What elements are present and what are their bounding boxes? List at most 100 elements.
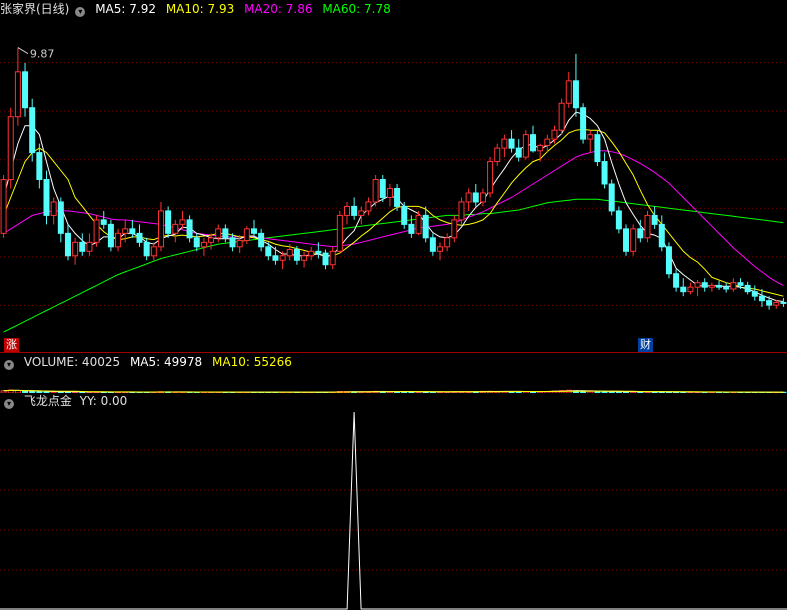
candle-body bbox=[644, 214, 651, 239]
indicator-chart[interactable] bbox=[0, 410, 787, 610]
yy-spike-line bbox=[0, 411, 787, 610]
candle-body bbox=[701, 282, 708, 288]
candle-body bbox=[86, 241, 93, 252]
candle-body bbox=[343, 205, 350, 216]
candle-body bbox=[358, 210, 365, 216]
candle-body bbox=[143, 241, 150, 257]
candle-body bbox=[286, 249, 293, 257]
candle-body bbox=[530, 134, 537, 152]
candle-body bbox=[208, 237, 215, 243]
candle-body bbox=[272, 255, 279, 261]
candle-body bbox=[265, 246, 272, 257]
event-tag-left[interactable]: 涨 bbox=[4, 338, 19, 352]
candle-body bbox=[136, 232, 143, 243]
candle-body bbox=[401, 205, 408, 225]
candle-body bbox=[351, 205, 358, 216]
candle-body bbox=[687, 286, 694, 293]
candle-body bbox=[236, 240, 243, 248]
candle-body bbox=[165, 210, 172, 234]
candle-body bbox=[22, 71, 29, 109]
candle-body bbox=[222, 228, 229, 239]
candle-body bbox=[301, 255, 308, 261]
candle-body bbox=[558, 102, 565, 131]
candle-body bbox=[43, 179, 50, 216]
candle-body bbox=[415, 214, 422, 234]
candle-body bbox=[472, 192, 479, 203]
candle-body bbox=[444, 237, 451, 248]
candle-body bbox=[744, 284, 751, 293]
high-marker-pointer bbox=[17, 47, 29, 55]
candle-body bbox=[107, 223, 114, 248]
candle-body bbox=[623, 228, 630, 252]
candle-body bbox=[179, 219, 186, 225]
candle-body bbox=[322, 252, 329, 266]
candle-body bbox=[465, 192, 472, 203]
candle-body bbox=[64, 232, 71, 257]
candle-body bbox=[708, 284, 715, 288]
price-pane: 张家界(日线) ▾ MA5: 7.92 MA10: 7.93 MA20: 7.86… bbox=[0, 0, 787, 352]
candle-body bbox=[451, 219, 458, 239]
volume-legend: ▾ VOLUME: 40025 MA5: 49978 MA10: 55266 bbox=[0, 353, 298, 371]
candle-body bbox=[737, 282, 744, 286]
candle-body bbox=[14, 71, 21, 118]
yy-label: YY: 0.00 bbox=[79, 394, 128, 408]
candle-body bbox=[422, 214, 429, 239]
candle-body bbox=[723, 286, 730, 290]
candle-body bbox=[658, 223, 665, 248]
candle-body bbox=[79, 241, 86, 252]
candle-body bbox=[437, 246, 444, 252]
candle-body bbox=[279, 255, 286, 261]
candle-body bbox=[129, 228, 136, 234]
candle-body bbox=[508, 138, 515, 149]
candle-body bbox=[665, 246, 672, 275]
candle-body bbox=[458, 201, 465, 221]
candle-body bbox=[780, 301, 787, 304]
indicator-name: 飞龙点金 bbox=[23, 394, 72, 408]
candle-body bbox=[186, 219, 193, 239]
candle-body bbox=[608, 183, 615, 212]
candle-body bbox=[100, 219, 107, 225]
volume-chart[interactable] bbox=[0, 371, 787, 393]
candle-body bbox=[258, 232, 265, 248]
candle-body bbox=[215, 228, 222, 239]
candle-body bbox=[587, 134, 594, 140]
candle-body bbox=[429, 237, 436, 252]
candle-body bbox=[730, 282, 737, 290]
candle-body bbox=[594, 134, 601, 163]
candle-body bbox=[544, 138, 551, 146]
price-chart[interactable]: 9.87 bbox=[0, 14, 787, 354]
volume-label: VOLUME: 40025 bbox=[23, 355, 121, 369]
candle-body bbox=[193, 237, 200, 248]
volume-ma10-label: MA10: 55266 bbox=[212, 355, 292, 369]
candle-body bbox=[487, 161, 494, 194]
candle-body bbox=[479, 192, 486, 203]
candle-body bbox=[537, 144, 544, 152]
candle-body bbox=[308, 250, 315, 257]
indicator-settings-icon[interactable]: ▾ bbox=[4, 399, 14, 409]
candle-body bbox=[408, 223, 415, 234]
candle-body bbox=[766, 300, 773, 306]
candle-body bbox=[229, 237, 236, 248]
candle-body bbox=[200, 241, 207, 248]
candle-body bbox=[716, 284, 723, 288]
candle-body bbox=[293, 249, 300, 261]
candle-body bbox=[315, 250, 322, 254]
candle-body bbox=[122, 228, 129, 234]
candle-body bbox=[250, 228, 257, 234]
volume-settings-icon[interactable]: ▾ bbox=[4, 360, 14, 370]
candle-body bbox=[758, 295, 765, 302]
candle-body bbox=[243, 228, 250, 242]
candle-body bbox=[172, 223, 179, 234]
candle-body bbox=[50, 201, 57, 216]
candle-body bbox=[773, 301, 780, 306]
candle-body bbox=[157, 210, 164, 248]
candle-body bbox=[329, 250, 336, 266]
candle-body bbox=[501, 138, 508, 149]
indicator-legend: ▾ 飞龙点金 YY: 0.00 bbox=[0, 392, 133, 410]
event-tag-right[interactable]: 财 bbox=[638, 338, 653, 352]
indicator-pane: ▾ 飞龙点金 YY: 0.00 bbox=[0, 392, 787, 610]
high-marker-label: 9.87 bbox=[30, 48, 55, 61]
candle-body bbox=[115, 232, 122, 248]
candle-body bbox=[637, 228, 644, 239]
candle-body bbox=[551, 129, 558, 140]
